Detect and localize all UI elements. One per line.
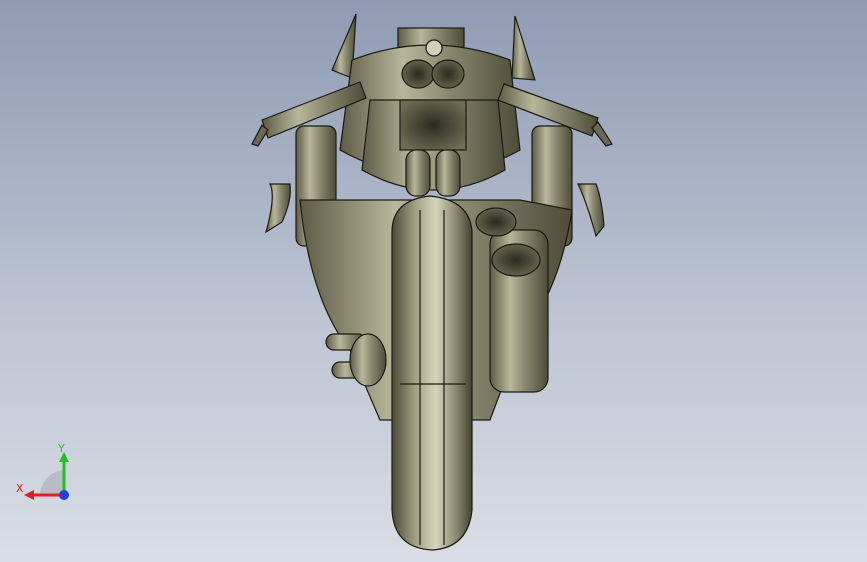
right-mirror — [577, 183, 605, 238]
left-intake — [401, 59, 435, 89]
x-axis-label: X — [16, 482, 24, 495]
right-fairing-fin — [511, 15, 536, 81]
lower-intake — [399, 99, 467, 151]
right-intake — [431, 59, 465, 89]
motorcycle-model[interactable] — [0, 0, 867, 562]
right-tube — [435, 149, 461, 197]
graphics-viewport[interactable]: X Y — [0, 0, 867, 562]
exhaust-outlet-top — [475, 207, 517, 237]
left-mirror — [265, 183, 291, 234]
z-axis-dot — [59, 490, 69, 500]
x-axis-arrow — [24, 490, 34, 500]
exhaust-outlet-bottom — [491, 243, 541, 277]
left-lever — [251, 124, 269, 147]
right-lever — [591, 121, 613, 147]
y-axis-label: Y — [57, 442, 65, 455]
center-mount — [425, 39, 443, 57]
left-bulb — [349, 333, 387, 387]
triad-shade — [40, 470, 64, 495]
front-tire — [391, 195, 473, 551]
coordinate-triad: X Y — [16, 442, 69, 500]
left-tube — [405, 149, 431, 197]
